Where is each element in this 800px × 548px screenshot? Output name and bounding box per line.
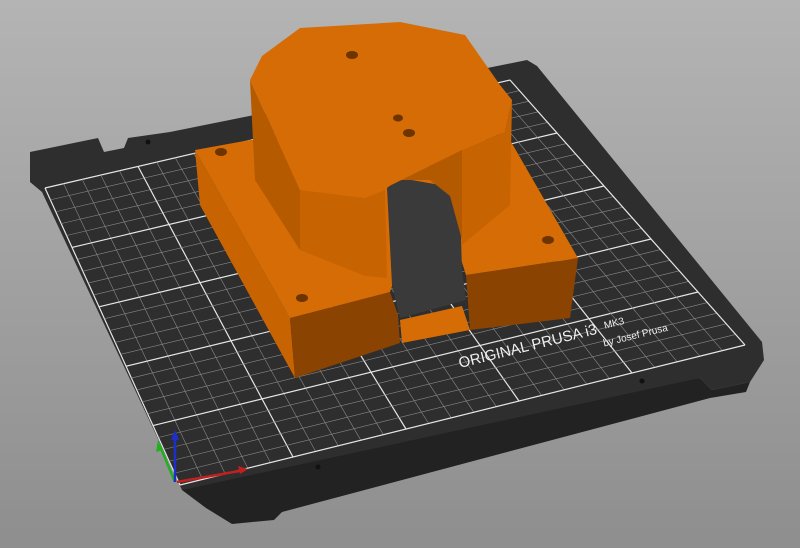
mounting-hole	[296, 294, 308, 302]
3d-viewport[interactable]: ORIGINAL PRUSA i3 MK3 by Josef Prusa	[0, 0, 800, 548]
mounting-hole	[393, 114, 403, 122]
cylinder-side	[365, 190, 387, 278]
mounting-hole	[403, 129, 415, 137]
bed-screw-hole	[639, 378, 645, 384]
mounting-hole	[215, 148, 227, 156]
scene[interactable]: ORIGINAL PRUSA i3 MK3 by Josef Prusa	[0, 0, 800, 548]
bed-screw-hole	[315, 464, 321, 470]
mounting-hole	[346, 51, 358, 59]
bed-screw-hole	[145, 139, 151, 145]
mounting-hole	[542, 236, 554, 244]
